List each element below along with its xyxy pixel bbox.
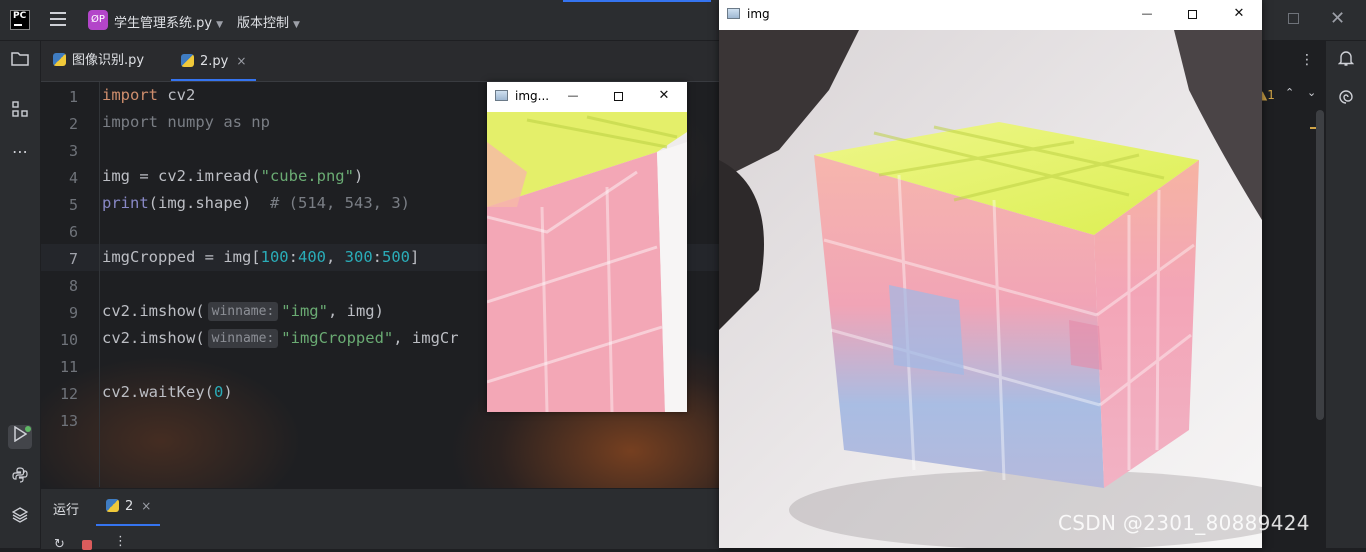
vcs-label: 版本控制 bbox=[237, 16, 290, 31]
project-folder-icon[interactable] bbox=[8, 50, 32, 74]
python-file-icon bbox=[106, 499, 119, 512]
code-line-1[interactable]: import cv2 bbox=[102, 86, 195, 104]
ide-close-button[interactable]: ✕ bbox=[1330, 8, 1345, 29]
run-tool-window bbox=[41, 488, 719, 549]
minimize-button[interactable]: — bbox=[1137, 4, 1157, 24]
line-number: 6 bbox=[68, 223, 78, 241]
pycharm-logo-icon[interactable]: PC bbox=[10, 10, 30, 30]
editor-tab-bar: 图像识别.py 2.py × bbox=[41, 41, 719, 82]
run-tab-2[interactable]: 2 × bbox=[106, 499, 151, 514]
image-window-imgcropped[interactable]: img... — ✕ bbox=[487, 82, 687, 412]
main-menu-icon[interactable] bbox=[50, 12, 66, 26]
code-line-2[interactable]: import numpy as np bbox=[102, 113, 270, 131]
notifications-bell-icon[interactable] bbox=[1334, 50, 1358, 74]
right-tool-strip bbox=[1325, 41, 1366, 548]
run-tool-icon[interactable] bbox=[8, 425, 32, 449]
code-line-5[interactable]: print(img.shape) # (514, 543, 3) bbox=[102, 194, 410, 212]
layers-icon[interactable] bbox=[8, 506, 32, 530]
project-badge-icon[interactable]: ØP bbox=[88, 10, 108, 30]
more-tools-icon[interactable]: ⋯ bbox=[8, 140, 32, 164]
python-console-icon[interactable] bbox=[8, 466, 32, 490]
line-number-current: 7 bbox=[68, 250, 78, 268]
active-tab-indicator bbox=[171, 79, 257, 81]
window-app-icon bbox=[727, 8, 740, 19]
param-hint: winname: bbox=[207, 302, 279, 321]
image-window-img[interactable]: img — ✕ bbox=[719, 0, 1262, 548]
active-run-tab-indicator bbox=[96, 524, 160, 526]
window-title: img bbox=[747, 7, 770, 21]
tab-image-recognition[interactable]: 图像识别.py bbox=[53, 41, 144, 81]
window-title-bar[interactable]: img — ✕ bbox=[719, 0, 1262, 30]
line-number: 9 bbox=[68, 304, 78, 322]
rerun-icon[interactable]: ↻ bbox=[54, 537, 65, 552]
maximize-button[interactable] bbox=[1182, 4, 1202, 24]
code-line-10[interactable]: cv2.imshow(winname: "imgCropped", imgCr bbox=[102, 329, 459, 348]
editor-options-icon[interactable]: ⋮ bbox=[1300, 52, 1314, 68]
line-number: 11 bbox=[59, 358, 78, 376]
vcs-menu[interactable]: 版本控制 ▼ bbox=[237, 12, 300, 31]
title-accent-bar bbox=[563, 0, 711, 2]
line-number: 1 bbox=[68, 88, 78, 106]
code-line-7[interactable]: imgCropped = img[100:400, 300:500] bbox=[102, 248, 419, 266]
param-hint: winname: bbox=[207, 329, 279, 348]
ide-restore-button[interactable] bbox=[1288, 13, 1299, 24]
run-panel-title: 运行 bbox=[53, 503, 80, 518]
cropped-cube-photo bbox=[487, 112, 687, 412]
project-selector[interactable]: 学生管理系统.py ▼ bbox=[114, 12, 223, 31]
chevron-down-icon: ▼ bbox=[293, 20, 300, 30]
tab-close-icon[interactable]: × bbox=[236, 54, 246, 68]
chevron-up-icon[interactable]: ⌃ bbox=[1285, 86, 1294, 99]
python-file-icon bbox=[53, 53, 66, 66]
line-number: 5 bbox=[68, 196, 78, 214]
line-number: 10 bbox=[59, 331, 78, 349]
csdn-watermark: CSDN @2301_80889424 bbox=[1058, 511, 1310, 535]
chevron-down-icon[interactable]: ⌄ bbox=[1307, 86, 1316, 99]
tab-2py[interactable]: 2.py × bbox=[171, 41, 257, 81]
line-number: 13 bbox=[59, 412, 78, 430]
line-number: 4 bbox=[68, 169, 78, 187]
code-line-9[interactable]: cv2.imshow(winname: "img", img) bbox=[102, 302, 384, 321]
python-file-icon bbox=[181, 54, 194, 67]
window-title: img... bbox=[515, 89, 550, 103]
more-options-icon[interactable]: ⋮ bbox=[114, 534, 127, 549]
editor-scrollbar[interactable] bbox=[1316, 110, 1324, 420]
structure-icon[interactable] bbox=[8, 100, 32, 124]
gutter-divider bbox=[99, 82, 100, 487]
line-number: 8 bbox=[68, 277, 78, 295]
code-line-4[interactable]: img = cv2.imread("cube.png") bbox=[102, 167, 363, 185]
close-button[interactable]: ✕ bbox=[1229, 4, 1249, 24]
line-number: 2 bbox=[68, 115, 78, 133]
maximize-button[interactable] bbox=[608, 86, 628, 106]
project-name: 学生管理系统.py bbox=[114, 16, 213, 31]
run-tab-close-icon[interactable]: × bbox=[141, 499, 151, 513]
line-number: 12 bbox=[59, 385, 78, 403]
line-number: 3 bbox=[68, 142, 78, 160]
chevron-down-icon: ▼ bbox=[216, 20, 223, 30]
window-app-icon bbox=[495, 90, 508, 101]
close-button[interactable]: ✕ bbox=[654, 86, 674, 106]
window-title-bar[interactable]: img... — ✕ bbox=[487, 82, 687, 112]
stop-icon[interactable] bbox=[82, 540, 92, 550]
minimize-button[interactable]: — bbox=[563, 86, 583, 106]
ai-assistant-spiral-icon[interactable] bbox=[1334, 88, 1358, 112]
running-indicator bbox=[25, 426, 31, 432]
cube-photo bbox=[719, 30, 1262, 548]
code-line-12[interactable]: cv2.waitKey(0) bbox=[102, 383, 233, 401]
